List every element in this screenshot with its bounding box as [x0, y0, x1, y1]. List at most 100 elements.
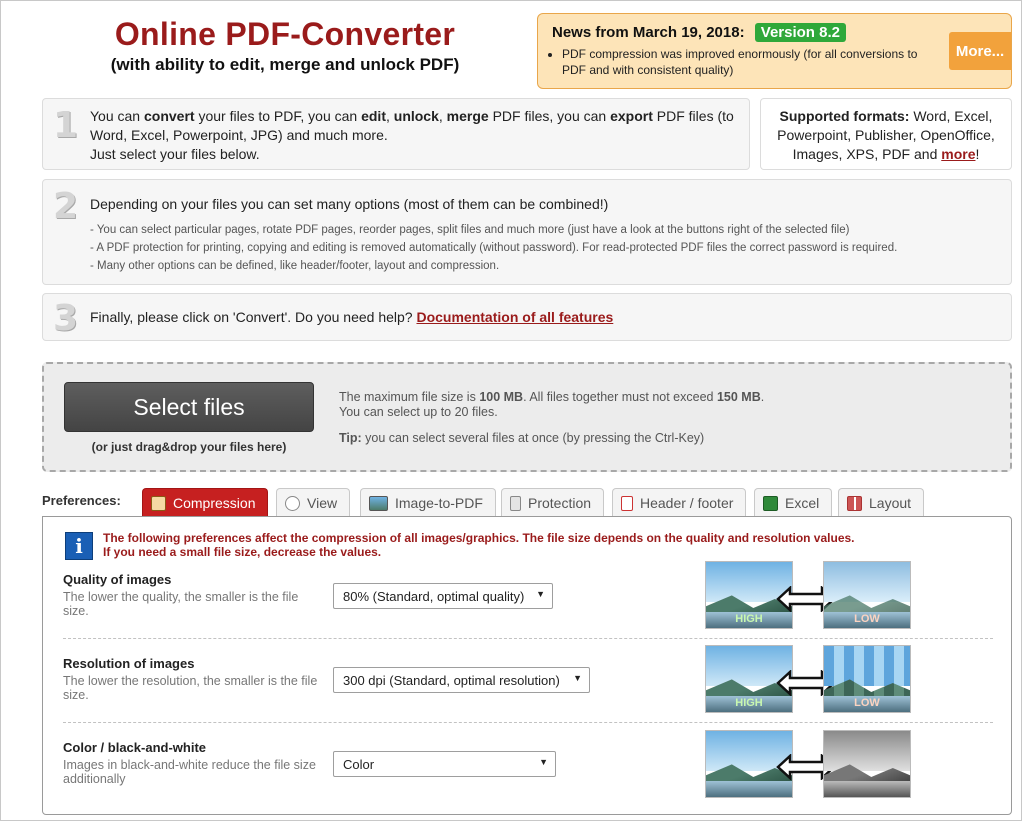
- step-1-number: 1: [53, 105, 79, 146]
- quality-select[interactable]: 80% (Standard, optimal quality) ▼: [333, 583, 553, 609]
- resolution-description: The lower the resolution, the smaller is…: [63, 674, 318, 702]
- step-1-keyword: edit: [361, 108, 386, 124]
- step-3-label: Finally, please click on 'Convert'. Do y…: [90, 309, 417, 325]
- step-1-box: 1 You can convert your files to PDF, you…: [42, 98, 750, 170]
- documentation-link[interactable]: Documentation of all features: [416, 309, 613, 325]
- page-title: Online PDF-Converter: [114, 16, 456, 52]
- step-1-part: ,: [438, 108, 447, 124]
- size-text: . All files together must not exceed: [523, 390, 717, 404]
- quality-title: Quality of images: [63, 572, 172, 587]
- preferences-label: Preferences:: [42, 493, 121, 508]
- tip-label: Tip:: [339, 431, 362, 445]
- file-size-info: The maximum file size is 100 MB. All fil…: [339, 390, 764, 420]
- news-heading: News from March 19, 2018: Version 8.2: [552, 23, 846, 42]
- step-1-part: ,: [385, 108, 394, 124]
- tab-layout[interactable]: Layout: [838, 488, 925, 517]
- lock-icon: [510, 495, 521, 511]
- black-white-preview: [823, 730, 911, 798]
- tab-label: Compression: [173, 495, 256, 511]
- drag-drop-hint: (or just drag&drop your files here): [91, 440, 287, 454]
- tab-compression[interactable]: Compression: [142, 488, 269, 517]
- step-1-keyword: merge: [446, 108, 489, 124]
- size-value: 150 MB: [716, 390, 761, 404]
- step-2-bullet: - You can select particular pages, rotat…: [90, 224, 850, 236]
- news-more-button[interactable]: More...: [949, 32, 1011, 70]
- supported-formats-box: Supported formats: Word, Excel, Powerpoi…: [760, 98, 1012, 170]
- step-3-number: 3: [53, 298, 79, 339]
- preview-label: LOW: [854, 697, 880, 709]
- news-list: PDF compression was improved enormously …: [546, 46, 936, 78]
- resolution-title: Resolution of images: [63, 656, 195, 671]
- dropdown-caret-icon: ▼: [573, 673, 582, 683]
- preview-label: HIGH: [735, 613, 763, 625]
- preview-label: HIGH: [735, 697, 763, 709]
- step-2-box: 2 Depending on your files you can set ma…: [42, 179, 1012, 285]
- file-dropzone[interactable]: Select files (or just drag&drop your fil…: [42, 362, 1012, 472]
- news-date: News from March 19, 2018:: [552, 24, 745, 41]
- tab-label: Layout: [869, 495, 912, 511]
- tab-label: Header / footer: [640, 495, 734, 511]
- step-3-text: Finally, please click on 'Convert'. Do y…: [90, 308, 613, 327]
- step-1-line2: Just select your files below.: [90, 146, 260, 162]
- compression-panel: i The following preferences affect the c…: [42, 516, 1012, 815]
- preview-label: LOW: [854, 613, 880, 625]
- quality-description: The lower the quality, the smaller is th…: [63, 590, 299, 618]
- layout-icon: [847, 495, 862, 511]
- tab-label: Excel: [785, 495, 820, 511]
- step-1-part: your files to PDF, you can: [194, 108, 362, 124]
- color-select[interactable]: Color ▼: [333, 751, 556, 777]
- step-2-bullet: - A PDF protection for printing, copying…: [90, 242, 898, 254]
- size-text: .: [760, 390, 765, 404]
- step-1-part: PDF files, you can: [488, 108, 611, 124]
- tab-label: Image-to-PDF: [395, 495, 483, 511]
- color-description: Images in black-and-white reduce the fil…: [63, 758, 316, 786]
- dropdown-caret-icon: ▼: [536, 589, 545, 599]
- page-subtitle: (with ability to edit, merge and unlock …: [110, 55, 460, 74]
- step-2-text: Depending on your files you can set many…: [90, 196, 609, 212]
- notice-line: If you need a small file size, decrease …: [103, 545, 382, 559]
- low-quality-preview: LOW: [823, 561, 911, 629]
- magnifier-icon: [285, 495, 300, 511]
- color-title: Color / black-and-white: [63, 740, 207, 755]
- news-box: News from March 19, 2018: Version 8.2 PD…: [537, 13, 1012, 89]
- select-files-button[interactable]: Select files: [64, 382, 314, 432]
- step-2-bullet: - Many other options can be defined, lik…: [90, 260, 500, 272]
- size-text: The maximum file size is: [339, 390, 480, 404]
- resolution-select[interactable]: 300 dpi (Standard, optimal resolution) ▼: [333, 667, 590, 693]
- step-1-part: You can: [90, 108, 144, 124]
- image-icon: [369, 495, 388, 511]
- row-separator: [63, 638, 993, 639]
- tip-text: Tip: you can select several files at onc…: [339, 431, 704, 445]
- tab-excel[interactable]: Excel: [754, 488, 833, 517]
- site-header: Online PDF-Converter (with ability to ed…: [60, 16, 510, 75]
- step-1-text: You can convert your files to PDF, you c…: [90, 107, 740, 164]
- formats-label: Supported formats:: [779, 108, 910, 124]
- tab-image-to-pdf[interactable]: Image-to-PDF: [360, 488, 496, 517]
- formats-end: !: [975, 146, 980, 162]
- quality-select-value: 80% (Standard, optimal quality): [343, 588, 525, 604]
- step-1-keyword: unlock: [393, 108, 439, 124]
- file-limit: You can select up to 20 files.: [339, 405, 498, 419]
- tab-label: View: [307, 495, 338, 511]
- info-icon: i: [65, 532, 93, 560]
- version-badge: Version 8.2: [754, 23, 846, 42]
- color-select-value: Color: [343, 756, 375, 772]
- tab-header-footer[interactable]: Header / footer: [612, 488, 747, 517]
- step-1-keyword: convert: [143, 108, 195, 124]
- tab-view[interactable]: View: [276, 488, 351, 517]
- news-item: PDF compression was improved enormously …: [562, 46, 936, 78]
- formats-more-link[interactable]: more: [941, 146, 975, 162]
- row-separator: [63, 722, 993, 723]
- excel-icon: [763, 495, 778, 511]
- step-1-keyword: export: [610, 108, 653, 124]
- step-2-number: 2: [53, 186, 79, 227]
- compression-notice: The following preferences affect the com…: [103, 531, 855, 559]
- size-value: 100 MB: [479, 390, 524, 404]
- low-resolution-preview: LOW: [823, 645, 911, 713]
- tab-label: Protection: [528, 495, 592, 511]
- resolution-select-value: 300 dpi (Standard, optimal resolution): [343, 672, 560, 688]
- tab-protection[interactable]: Protection: [501, 488, 605, 517]
- dropdown-caret-icon: ▼: [539, 757, 548, 767]
- compress-icon: [151, 495, 166, 511]
- step-2-bullets: - You can select particular pages, rotat…: [90, 221, 897, 275]
